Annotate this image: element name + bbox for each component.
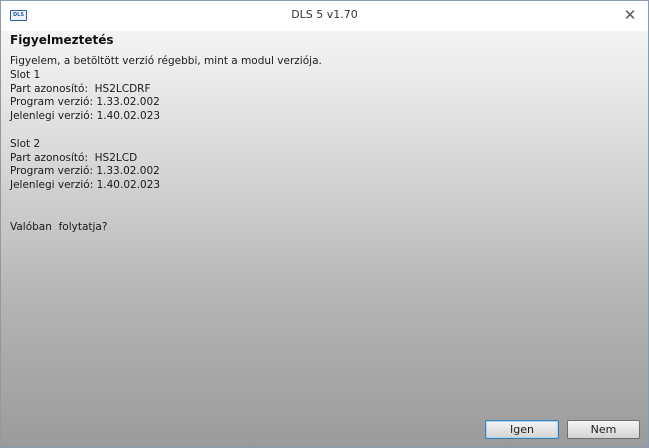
message-line-blank — [10, 124, 322, 138]
message-line-current-version-1: Jelenlegi verzió: 1.40.02.023 — [10, 110, 161, 123]
window-title: DLS 5 v1.70 — [291, 8, 358, 21]
yes-button[interactable]: Igen — [485, 420, 559, 439]
dialog-window: DLS DLS 5 v1.70 ✕ Figyelmeztetés Figyele… — [0, 0, 649, 448]
message-line-slot2: Slot 2 — [10, 137, 41, 150]
message-line-current-version-2: Jelenlegi verzió: 1.40.02.023 — [10, 179, 161, 192]
message-line-part-id-2: Part azonosító: HS2LCD — [10, 151, 138, 164]
message-line-program-version-2: Program verzió: 1.33.02.002 — [10, 165, 160, 178]
message-line-confirm-question: Valóban folytatja? — [10, 220, 108, 233]
warning-message: Figyelem, a betöltött verzió régebbi, mi… — [10, 55, 322, 234]
dialog-content: Figyelmeztetés Figyelem, a betöltött ver… — [1, 31, 648, 447]
dialog-heading: Figyelmeztetés — [10, 33, 114, 47]
title-bar[interactable]: DLS DLS 5 v1.70 ✕ — [1, 1, 648, 31]
no-button[interactable]: Nem — [567, 420, 640, 439]
message-line-blank — [10, 207, 322, 221]
message-line-part-id-1: Part azonosító: HS2LCDRF — [10, 82, 151, 95]
message-line-slot1: Slot 1 — [10, 68, 41, 81]
message-line-program-version-1: Program verzió: 1.33.02.002 — [10, 96, 160, 109]
message-line-blank — [10, 193, 322, 207]
close-button[interactable]: ✕ — [620, 5, 640, 25]
message-line-warning: Figyelem, a betöltött verzió régebbi, mi… — [10, 55, 322, 67]
